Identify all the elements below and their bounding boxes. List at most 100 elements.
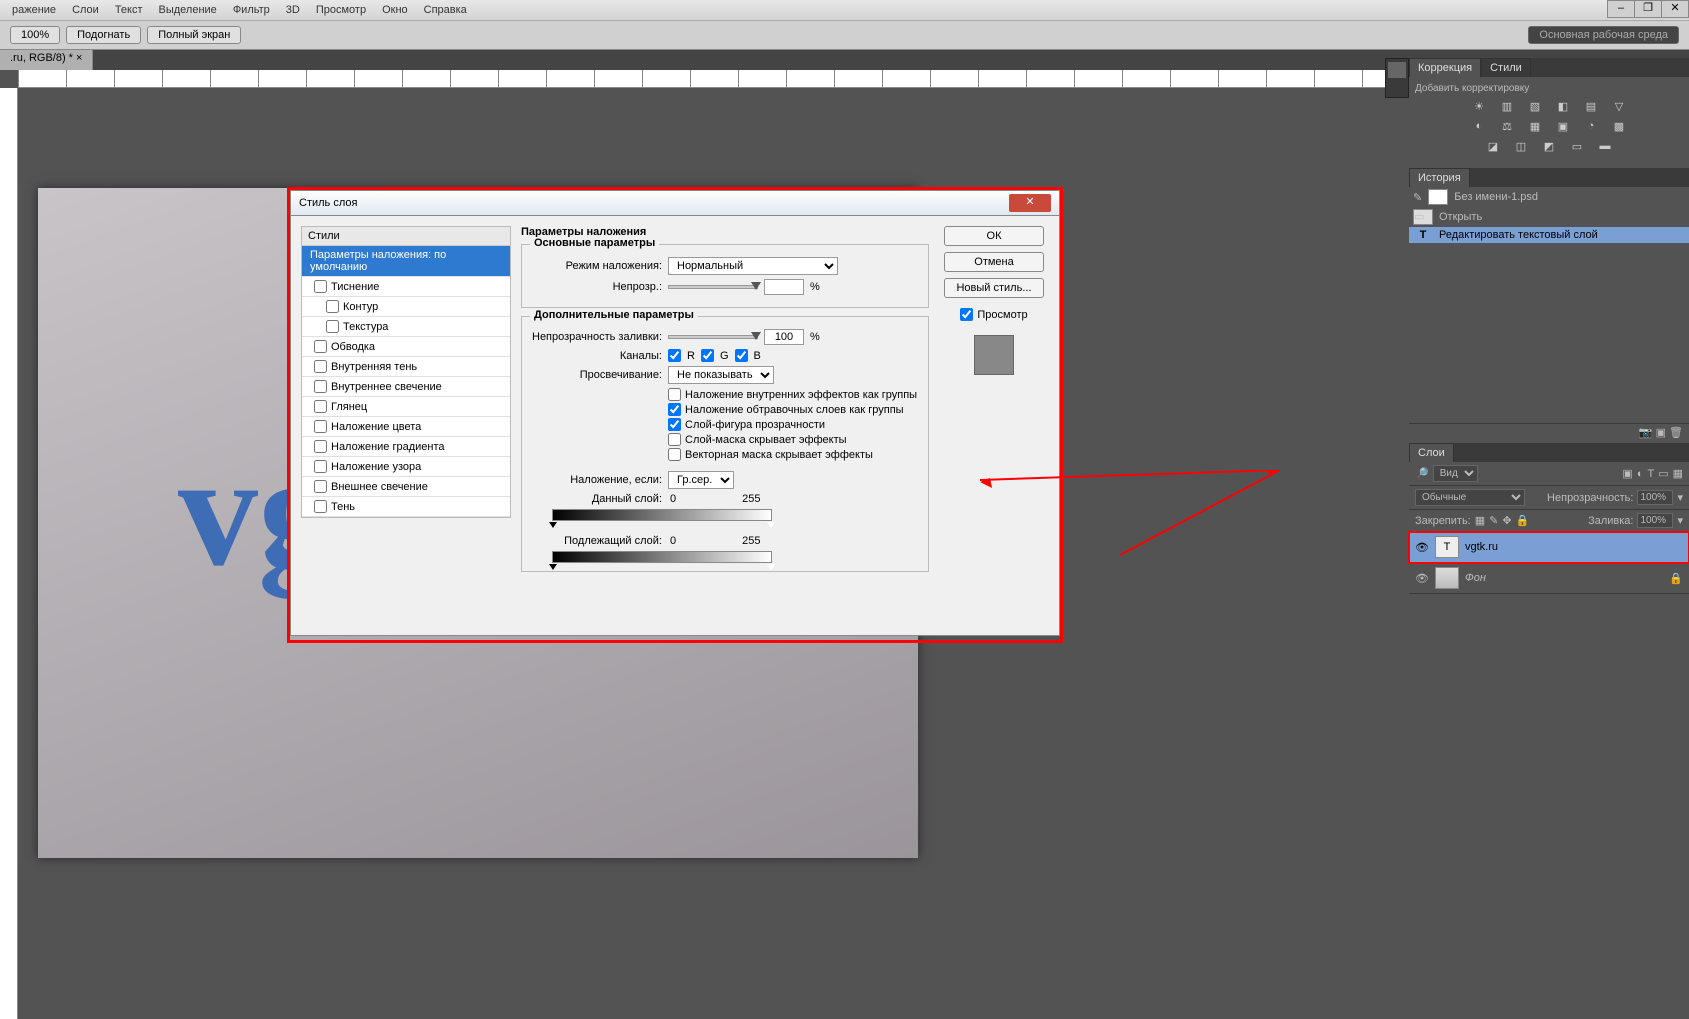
style-pattern-overlay[interactable]: Наложение узора: [302, 457, 510, 477]
minimize-icon[interactable]: –: [1607, 0, 1635, 18]
style-checkbox[interactable]: [314, 340, 327, 353]
tab-styles[interactable]: Стили: [1481, 58, 1531, 77]
opacity-input[interactable]: [1637, 490, 1673, 505]
styles-header[interactable]: Стили: [301, 226, 511, 246]
filter-shape-icon[interactable]: ▭: [1658, 467, 1668, 480]
knockout-select[interactable]: Не показывать: [668, 366, 774, 384]
style-color-overlay[interactable]: Наложение цвета: [302, 417, 510, 437]
menu-item[interactable]: Слои: [64, 2, 107, 18]
layer-mask-hides-check[interactable]: [668, 433, 681, 446]
style-checkbox[interactable]: [314, 440, 327, 453]
tab-history[interactable]: История: [1409, 168, 1470, 187]
zoom-field[interactable]: 100%: [10, 26, 60, 44]
lut-icon[interactable]: ◔: [1582, 120, 1600, 136]
dock-icon[interactable]: [1388, 62, 1406, 78]
style-blending-options[interactable]: Параметры наложения: по умолчанию: [302, 246, 510, 277]
ok-button[interactable]: ОК: [944, 226, 1044, 246]
style-checkbox[interactable]: [314, 280, 327, 293]
layer-text[interactable]: 👁 T vgtk.ru: [1409, 532, 1689, 563]
dialog-titlebar[interactable]: Стиль слоя ✕: [290, 190, 1060, 216]
bw-icon[interactable]: ▽: [1610, 100, 1628, 116]
close-button[interactable]: ✕: [1009, 194, 1051, 212]
layer-name[interactable]: vgtk.ru: [1465, 541, 1498, 553]
underlying-slider[interactable]: [552, 551, 772, 563]
exposure-icon[interactable]: ◧: [1554, 100, 1572, 116]
style-checkbox[interactable]: [314, 380, 327, 393]
document-tab[interactable]: .ru, RGB/8) * ×: [0, 50, 93, 70]
invert-icon[interactable]: ◪: [1484, 140, 1502, 156]
mixer-icon[interactable]: ▣: [1554, 120, 1572, 136]
close-tab-icon[interactable]: ×: [76, 52, 82, 64]
grid-icon[interactable]: ▩: [1610, 120, 1628, 136]
style-stroke[interactable]: Обводка: [302, 337, 510, 357]
transparency-shapes-check[interactable]: [668, 418, 681, 431]
style-checkbox[interactable]: [314, 420, 327, 433]
menu-item[interactable]: Окно: [374, 2, 416, 18]
filter-smart-icon[interactable]: ▦: [1673, 467, 1683, 480]
thresh-icon[interactable]: ◩: [1540, 140, 1558, 156]
menu-item[interactable]: ражение: [4, 2, 64, 18]
fit-button[interactable]: Подогнать: [66, 26, 141, 44]
style-checkbox[interactable]: [314, 460, 327, 473]
lock-paint-icon[interactable]: ✎: [1489, 514, 1498, 527]
filter-text-icon[interactable]: T: [1647, 468, 1654, 480]
menu-item[interactable]: Текст: [107, 2, 151, 18]
preview-check[interactable]: [960, 308, 973, 321]
style-outer-glow[interactable]: Внешнее свечение: [302, 477, 510, 497]
vibrance-icon[interactable]: ▤: [1582, 100, 1600, 116]
blend-interior-check[interactable]: [668, 388, 681, 401]
channel-r[interactable]: [668, 349, 681, 362]
style-checkbox[interactable]: [326, 300, 339, 313]
channel-g[interactable]: [701, 349, 714, 362]
fill-input[interactable]: [1637, 513, 1673, 528]
vector-mask-hides-check[interactable]: [668, 448, 681, 461]
menu-item[interactable]: Выделение: [151, 2, 225, 18]
gradmap-icon[interactable]: ▭: [1568, 140, 1586, 156]
lock-all-icon[interactable]: 🔒: [1516, 514, 1530, 527]
chevron-down-icon[interactable]: ▾: [1677, 514, 1683, 527]
style-gradient-overlay[interactable]: Наложение градиента: [302, 437, 510, 457]
chevron-down-icon[interactable]: ▾: [1677, 491, 1683, 504]
style-drop-shadow[interactable]: Тень: [302, 497, 510, 517]
camera-icon[interactable]: 📷: [1639, 427, 1653, 439]
balance-icon[interactable]: ⚖: [1498, 120, 1516, 136]
workspace-dropdown[interactable]: Основная рабочая среда: [1528, 26, 1679, 44]
menu-item[interactable]: Просмотр: [308, 2, 374, 18]
collapsed-dock[interactable]: [1385, 58, 1409, 98]
blend-clipped-check[interactable]: [668, 403, 681, 416]
layer-name[interactable]: Фон: [1465, 572, 1486, 584]
style-inner-glow[interactable]: Внутреннее свечение: [302, 377, 510, 397]
fill-input[interactable]: [764, 329, 804, 345]
style-checkbox[interactable]: [314, 500, 327, 513]
restore-icon[interactable]: ❐: [1634, 0, 1662, 18]
visibility-icon[interactable]: 👁: [1415, 541, 1429, 554]
cancel-button[interactable]: Отмена: [944, 252, 1044, 272]
style-inner-shadow[interactable]: Внутренняя тень: [302, 357, 510, 377]
filter-icon[interactable]: 🔎: [1415, 467, 1429, 480]
history-step[interactable]: TРедактировать текстовый слой: [1409, 227, 1689, 243]
style-contour[interactable]: Контур: [302, 297, 510, 317]
tab-corrections[interactable]: Коррекция: [1409, 58, 1481, 77]
filter-adj-icon[interactable]: ◐: [1637, 468, 1644, 480]
history-step[interactable]: ▭Открыть: [1409, 207, 1689, 227]
style-texture[interactable]: Текстура: [302, 317, 510, 337]
tab-layers[interactable]: Слои: [1409, 443, 1454, 462]
trash-icon[interactable]: 🗑: [1669, 427, 1683, 439]
blend-mode-select[interactable]: Обычные: [1415, 489, 1525, 506]
style-checkbox[interactable]: [314, 400, 327, 413]
new-style-button[interactable]: Новый стиль...: [944, 278, 1044, 298]
channel-b[interactable]: [735, 349, 748, 362]
style-checkbox[interactable]: [314, 480, 327, 493]
hue-icon[interactable]: ◐: [1470, 120, 1488, 136]
new-icon[interactable]: ▣: [1656, 427, 1666, 439]
filter-kind[interactable]: Вид: [1433, 465, 1478, 482]
lock-move-icon[interactable]: ✥: [1502, 514, 1511, 527]
style-bevel[interactable]: Тиснение: [302, 277, 510, 297]
curves-icon[interactable]: ▧: [1526, 100, 1544, 116]
this-layer-slider[interactable]: [552, 509, 772, 521]
menu-item[interactable]: Фильтр: [225, 2, 278, 18]
blendif-select[interactable]: Гр.сер.: [668, 471, 734, 489]
style-checkbox[interactable]: [314, 360, 327, 373]
poster-icon[interactable]: ◫: [1512, 140, 1530, 156]
blend-mode-select[interactable]: Нормальный: [668, 257, 838, 275]
